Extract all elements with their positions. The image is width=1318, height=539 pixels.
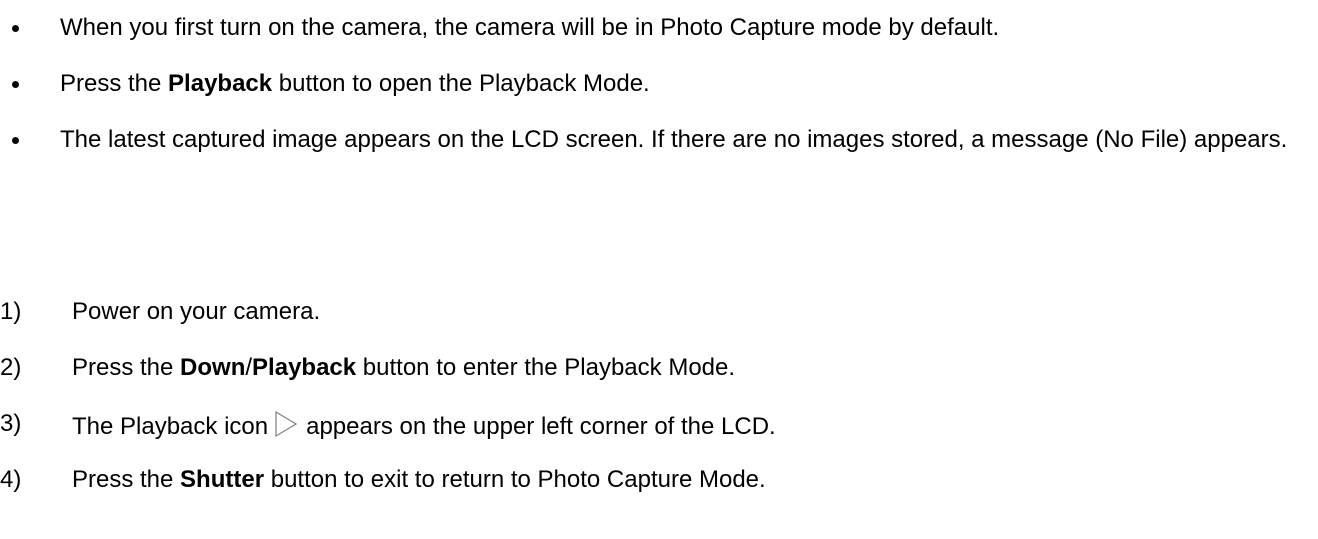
step-number: 2): [0, 354, 22, 381]
step-number: 1): [0, 298, 22, 325]
step-text-post: appears on the upper left corner of the …: [306, 413, 776, 440]
step-text-pre: Press the: [72, 354, 181, 381]
bullet-text: The latest captured image appears on the…: [60, 126, 1288, 153]
bullet-text: Press the Playback button to open the Pl…: [60, 70, 650, 98]
step-text-post: button to enter the Playback Mode.: [356, 354, 736, 381]
step-text: Press the Shutter button to exit to retu…: [72, 466, 766, 494]
step-number: 3): [0, 410, 22, 437]
bullet-text-pre: Press the: [60, 70, 169, 97]
step-text: Power on your camera.: [72, 298, 321, 325]
bullet-dot: [12, 25, 19, 32]
step-text-post: button to exit to return to Photo Captur…: [264, 466, 766, 493]
bullet-dot: [12, 81, 19, 88]
bullet-text-bold: Playback: [168, 70, 273, 97]
bullet-dot: [12, 137, 19, 144]
step-text-pre: The Playback icon: [72, 413, 269, 440]
step-text-pre: Press the: [72, 466, 181, 493]
bullet-text-post: button to open the Playback Mode.: [272, 70, 650, 97]
step-text: Press the Down/Playback button to enter …: [72, 354, 735, 382]
step-text-bold: Shutter: [180, 466, 265, 493]
step-number: 4): [0, 466, 22, 493]
bullet-text: When you first turn on the camera, the c…: [60, 14, 1000, 41]
playback-triangle-icon: [274, 410, 298, 445]
step-text-bold: Playback: [252, 354, 357, 381]
step-text: The Playback icon appears on the upper le…: [72, 410, 776, 445]
step-text-bold: Down: [180, 354, 246, 381]
